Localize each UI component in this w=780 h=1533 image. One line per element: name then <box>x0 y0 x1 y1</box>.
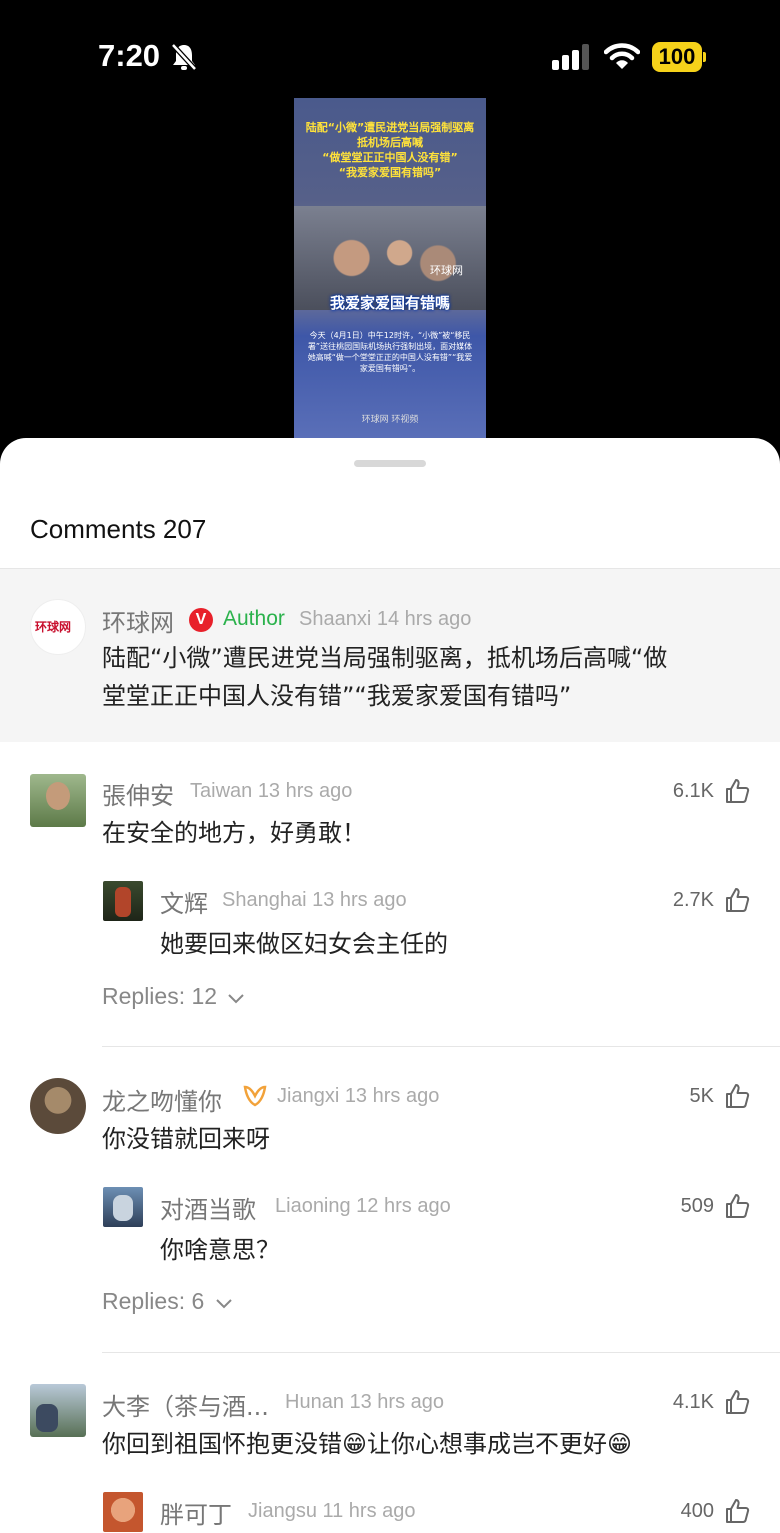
reply-avatar[interactable] <box>103 881 143 921</box>
like-count: 5K <box>689 1085 714 1107</box>
comment-meta: Taiwan 13 hrs ago <box>190 780 353 802</box>
author-meta: Shaanxi 14 hrs ago <box>299 608 472 630</box>
comments-title: Comments 207 <box>30 514 207 544</box>
video-footer: 环球网 环视频 <box>361 415 419 425</box>
comment-text: 在安全的地方，好勇敢！ <box>102 819 366 847</box>
battery-indicator: 100 <box>652 42 706 72</box>
comment-author-name[interactable]: 大李（茶与酒... <box>102 1387 269 1422</box>
reply-meta: Shanghai 13 hrs ago <box>222 889 407 911</box>
status-time: 7:20 <box>98 38 161 73</box>
reply-author-name[interactable]: 胖可丁 <box>160 1495 232 1530</box>
video-caption-mid: 我爱家爱国有错嗎 <box>329 294 450 312</box>
avatar[interactable] <box>30 774 86 827</box>
comment-text: 你回到祖国怀抱更没错😁让你心想事成岂不更好😁 <box>102 1430 633 1458</box>
thumbs-up-icon[interactable] <box>724 1389 750 1415</box>
reply-text: 她要回来做区妇女会主任的 <box>160 930 448 958</box>
video-body-text: 今天（4月1日）中午12时许，“小微”被“移民署”送往桃园国际机场执行强制出境，… <box>307 331 473 373</box>
video-player[interactable]: 陆配“小微”遭民进党当局强制驱离 抵机场后高喊 “做堂堂正正中国人没有错” “我… <box>294 98 486 438</box>
comment-meta: Hunan 13 hrs ago <box>285 1391 445 1413</box>
comment-meta: Jiangxi 13 hrs ago <box>277 1085 440 1107</box>
author-label: Author <box>223 607 285 630</box>
avatar[interactable] <box>30 1384 86 1437</box>
thumbs-up-icon[interactable] <box>724 1498 750 1524</box>
avatar-figure <box>113 1195 133 1221</box>
divider <box>102 1352 780 1353</box>
thumbs-up-icon[interactable] <box>724 1193 750 1219</box>
replies-label: Replies: 12 <box>102 983 218 1009</box>
comment-author-name[interactable]: 張伸安 <box>102 776 174 811</box>
video-watermark: 环球网 <box>430 264 463 277</box>
thumbs-up-icon[interactable] <box>724 1083 750 1109</box>
comment-text: 你没错就回来呀 <box>102 1125 270 1153</box>
bell-muted-icon <box>170 42 198 76</box>
cellular-signal-icon <box>552 44 592 74</box>
author-comment[interactable]: 环球网 环球网 V Author Shaanxi 14 hrs ago 陆配“小… <box>0 569 780 742</box>
divider <box>102 1046 780 1047</box>
vip-badge-icon <box>242 1084 268 1112</box>
reply-like-count: 2.7K <box>672 889 714 911</box>
replies-toggle[interactable]: Replies: 6 <box>102 1288 233 1315</box>
battery-level: 100 <box>652 42 702 72</box>
reply-author-name[interactable]: 对酒当歌 <box>160 1190 256 1225</box>
comments-sheet: Comments 207 环球网 环球网 V Author Shaanxi 14… <box>0 438 780 1533</box>
battery-tip <box>703 52 706 62</box>
thumbs-up-icon[interactable] <box>724 887 750 913</box>
author-logo: 环球网 <box>35 620 72 634</box>
reply-like-count: 509 <box>680 1195 714 1217</box>
author-comment-line-2: 堂堂正正中国人没有错”“我爱家爱国有错吗” <box>102 682 572 710</box>
like-count: 6.1K <box>672 780 714 802</box>
wifi-icon <box>603 42 641 74</box>
chevron-down-icon <box>215 1299 232 1309</box>
reply-like-count: 400 <box>680 1500 714 1522</box>
verified-v-badge: V <box>189 608 213 632</box>
avatar-figure <box>115 887 131 917</box>
avatar-face <box>46 782 70 810</box>
reply-author-name[interactable]: 文辉 <box>160 884 208 919</box>
reply-avatar[interactable] <box>103 1492 143 1532</box>
author-avatar[interactable]: 环球网 <box>30 599 86 655</box>
author-comment-line-1: 陆配“小微”遭民进党当局强制驱离，抵机场后高喊“做 <box>102 644 668 672</box>
like-count: 4.1K <box>672 1391 714 1413</box>
author-name[interactable]: 环球网 <box>102 603 174 638</box>
thumbs-up-icon[interactable] <box>724 778 750 804</box>
status-bar: 7:20 100 <box>0 0 780 110</box>
reply-meta: Jiangsu 11 hrs ago <box>248 1500 416 1522</box>
avatar[interactable] <box>30 1078 86 1134</box>
comment-author-name[interactable]: 龙之吻懂你 <box>102 1082 222 1117</box>
replies-toggle[interactable]: Replies: 12 <box>102 983 245 1010</box>
replies-label: Replies: 6 <box>102 1288 205 1314</box>
reply-avatar[interactable] <box>103 1187 143 1227</box>
sheet-grabber-handle[interactable] <box>354 460 426 467</box>
avatar-figure <box>36 1404 58 1432</box>
reply-meta: Liaoning 12 hrs ago <box>275 1195 451 1217</box>
reply-text: 你啥意思？ <box>160 1236 280 1264</box>
video-caption-top: 陆配“小微”遭民进党当局强制驱离 抵机场后高喊 “做堂堂正正中国人没有错” “我… <box>305 121 475 179</box>
chevron-down-icon <box>228 994 245 1004</box>
